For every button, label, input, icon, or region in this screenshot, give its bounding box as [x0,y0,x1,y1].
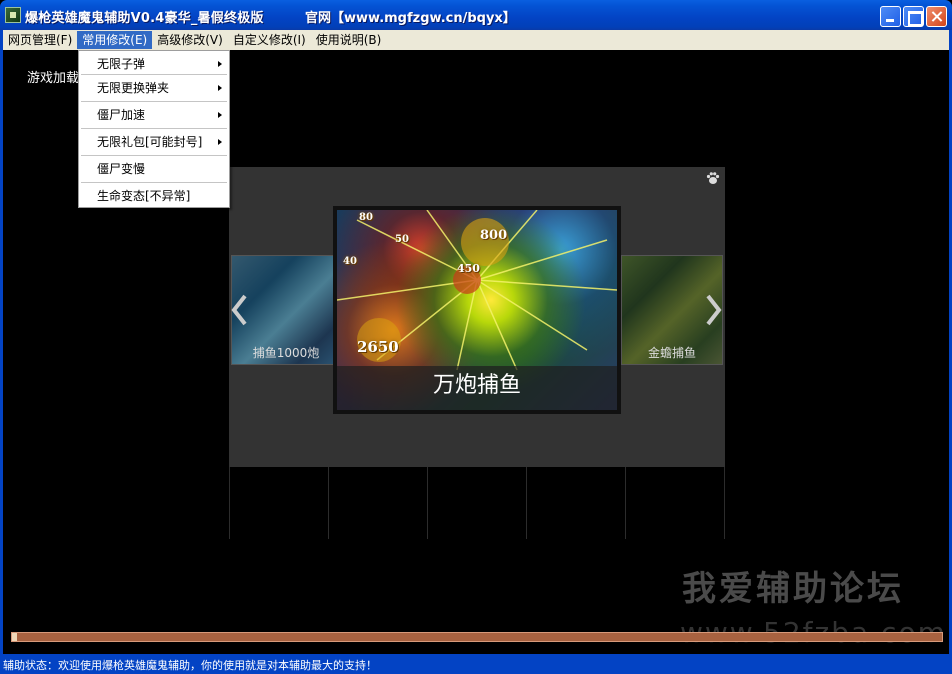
dropdown-item-zombie-slowdown[interactable]: 僵尸变慢 [79,156,229,182]
grid-divider [526,467,527,539]
common-mods-dropdown: 无限子弹 无限更换弹夹 僵尸加速 无限礼包[可能封号] 僵尸变慢 生命变态[不异… [78,50,230,208]
game-carousel: 捕鱼1000炮 金蟾捕鱼 800 450 2650 80 50 40 万炮捕鱼 [229,167,725,467]
window-site: 官网【www.mgfzgw.cn/bqyx】 [305,11,516,26]
menu-help[interactable]: 使用说明(B) [311,31,387,49]
dropdown-item-label: 僵尸变慢 [97,162,146,176]
game-card-left-label: 捕鱼1000炮 [252,346,320,360]
menu-advanced-mods[interactable]: 高级修改(V) [152,31,228,49]
status-text: 辅助状态：欢迎使用爆枪英雄魔鬼辅助，你的使用就是对本辅助最大的支持！ [3,659,377,672]
dropdown-item-infinite-gifts[interactable]: 无限礼包[可能封号] [79,129,229,155]
minimize-button[interactable] [880,6,901,27]
watermark-forum-name: 我爱辅助论坛 [682,569,904,609]
grid-divider [328,467,329,539]
progress-bar [11,632,943,642]
grid-divider [427,467,428,539]
dropdown-item-label: 无限子弹 [97,57,146,71]
chevron-right-icon[interactable] [702,292,724,328]
dropdown-item-god-mode[interactable]: 生命变态[不异常] [79,183,229,209]
grid-divider [724,467,725,539]
game-card-right-label: 金蟾捕鱼 [647,346,696,360]
score-800: 800 [480,228,508,243]
maximize-button[interactable] [903,6,924,27]
submenu-arrow-icon [218,139,222,145]
title-bar[interactable]: 爆枪英雄魔鬼辅助V0.4豪华_暑假终极版 官网【www.mgfzgw.cn/bq… [0,0,952,30]
dropdown-item-label: 无限礼包[可能封号] [97,135,203,149]
dropdown-item-label: 僵尸加速 [97,108,146,122]
grid-divider [625,467,626,539]
status-bar: 辅助状态：欢迎使用爆枪英雄魔鬼辅助，你的使用就是对本辅助最大的支持！ [0,654,952,674]
dropdown-item-infinite-reload[interactable]: 无限更换弹夹 [79,75,229,101]
submenu-arrow-icon [218,112,222,118]
dropdown-item-label: 无限更换弹夹 [97,81,170,95]
menu-custom-mods[interactable]: 自定义修改(I) [228,31,311,49]
menu-common-mods[interactable]: 常用修改(E) [77,31,153,49]
score-40: 40 [343,256,357,267]
thumbnail-grid [229,467,725,539]
close-button[interactable] [926,6,947,27]
app-icon[interactable] [5,7,21,23]
loading-text: 游戏加载 [27,71,80,86]
game-card-main-label: 万炮捕鱼 [337,366,617,410]
score-450: 450 [457,262,480,275]
score-50: 50 [395,234,409,245]
menu-bar: 网页管理(F) 常用修改(E) 高级修改(V) 自定义修改(I) 使用说明(B) [0,30,952,50]
paw-icon[interactable] [705,170,721,186]
dropdown-item-zombie-speedup[interactable]: 僵尸加速 [79,102,229,128]
score-80: 80 [359,212,373,223]
menu-web-manage[interactable]: 网页管理(F) [3,31,77,49]
window-title: 爆枪英雄魔鬼辅助V0.4豪华_暑假终极版 [25,11,264,26]
game-card-main[interactable]: 800 450 2650 80 50 40 万炮捕鱼 [333,206,621,414]
dropdown-item-label: 生命变态[不异常] [97,189,191,203]
submenu-arrow-icon [218,85,222,91]
submenu-arrow-icon [218,61,222,67]
chevron-left-icon[interactable] [229,292,251,328]
score-2650: 2650 [357,338,399,356]
progress-bar-start [12,633,17,641]
grid-divider [229,467,230,539]
